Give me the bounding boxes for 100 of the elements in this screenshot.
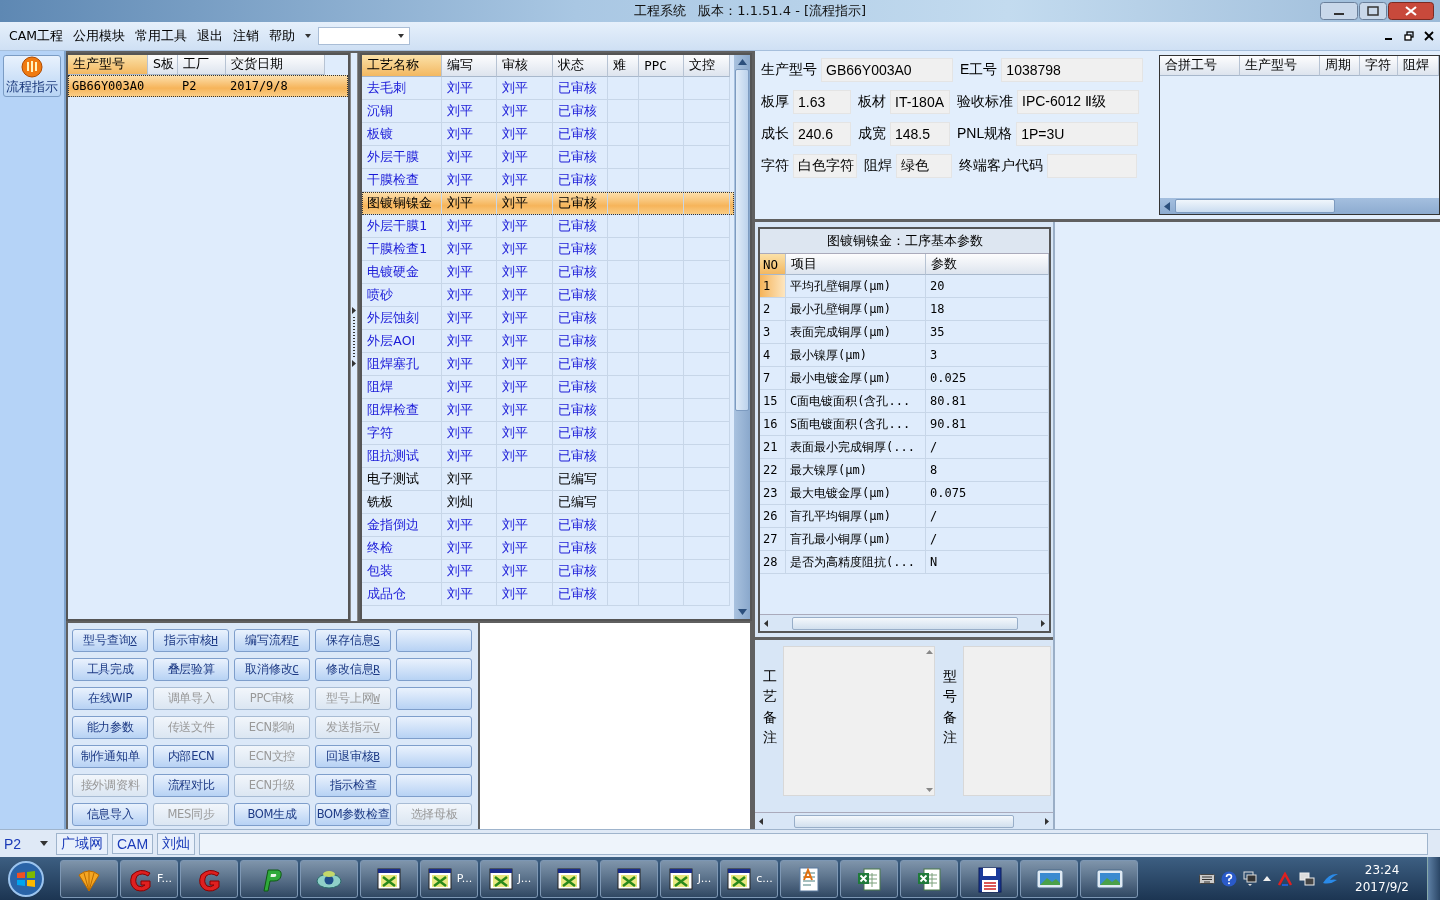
table-row[interactable]: 成品仓 刘平 刘平 已审核 (362, 583, 734, 606)
action-button[interactable] (396, 687, 472, 710)
column-header[interactable]: 阻焊 (1398, 56, 1439, 76)
text-field[interactable]: IT-180A (890, 90, 950, 114)
menu-item[interactable]: 帮助 (264, 25, 301, 47)
text-field[interactable]: GB66Y003A0 (821, 58, 953, 82)
taskbar-button[interactable]: P... (420, 859, 478, 898)
table-cell[interactable]: 23 (760, 482, 786, 505)
dropdown-field[interactable]: P2 (4, 835, 52, 852)
table-row[interactable]: 阻焊检查 刘平 刘平 已审核 (362, 399, 734, 422)
taskbar-button[interactable] (300, 859, 358, 898)
action-button[interactable]: 叠层验算 (153, 658, 229, 681)
right-arrow-icon[interactable] (1041, 619, 1045, 627)
taskbar-button[interactable]: J... (660, 859, 718, 898)
action-button[interactable] (396, 716, 472, 739)
text-field[interactable]: 1.63 (793, 90, 851, 114)
action-button[interactable]: 能力参数 (72, 716, 148, 739)
table-row[interactable]: 电镀硬金 刘平 刘平 已审核 (362, 261, 734, 284)
action-button[interactable] (396, 774, 472, 797)
scroll-thumb[interactable] (735, 69, 749, 411)
table-cell[interactable]: 16 (760, 413, 786, 436)
action-button[interactable]: 流程对比 (153, 774, 229, 797)
action-button[interactable]: 工具完成 (72, 658, 148, 681)
left-arrow-icon[interactable] (1164, 201, 1170, 211)
close-icon[interactable] (1424, 31, 1434, 41)
table-row[interactable]: 外层蚀刻 刘平 刘平 已审核 (362, 307, 734, 330)
up-arrow-icon[interactable] (737, 59, 747, 65)
splitter-handle[interactable] (350, 53, 359, 621)
action-button[interactable]: 修改信息R (315, 658, 391, 681)
table-row[interactable]: 沉铜 刘平 刘平 已审核 (362, 100, 734, 123)
table-row[interactable]: 干膜检查1 刘平 刘平 已审核 (362, 238, 734, 261)
column-header[interactable]: 参数 (926, 254, 1049, 275)
taskbar-button[interactable] (900, 859, 958, 898)
table-row[interactable]: 去毛刺 刘平 刘平 已审核 (362, 77, 734, 100)
scroll-thumb[interactable] (791, 616, 1018, 630)
right-arrow-icon[interactable] (1045, 817, 1049, 825)
scrollbar[interactable] (755, 812, 1053, 829)
taskbar-button[interactable] (960, 859, 1018, 898)
table-row[interactable]: 喷砂 刘平 刘平 已审核 (362, 284, 734, 307)
minimize-icon[interactable] (1320, 2, 1358, 20)
table-row[interactable]: 外层AOI 刘平 刘平 已审核 (362, 330, 734, 353)
maximize-icon[interactable] (1359, 2, 1387, 20)
table-cell[interactable]: 21 (760, 436, 786, 459)
text-field[interactable]: 白色字符 (793, 154, 857, 178)
down-arrow-icon[interactable] (925, 788, 933, 792)
close-icon[interactable] (1388, 2, 1434, 20)
show-desktop-button[interactable] (1427, 857, 1440, 900)
taskbar-button[interactable] (1080, 859, 1138, 898)
table-cell[interactable]: 3 (760, 321, 786, 344)
action-button[interactable]: 指示审核H (153, 629, 229, 652)
action-button[interactable]: 编写流程F (234, 629, 310, 652)
action-button[interactable]: 型号查询X (72, 629, 148, 652)
table-row[interactable]: 板镀 刘平 刘平 已审核 (362, 123, 734, 146)
left-arrow-icon[interactable] (759, 817, 763, 825)
table-cell[interactable]: 1 (760, 275, 786, 298)
windows-icon[interactable] (1243, 870, 1258, 887)
table-row[interactable]: 金指倒边 刘平 刘平 已审核 (362, 514, 734, 537)
action-button[interactable]: 在线WIP (72, 687, 148, 710)
scroll-thumb[interactable] (794, 814, 1014, 828)
down-arrow-icon[interactable] (737, 609, 747, 615)
column-header[interactable]: 周期 (1320, 56, 1360, 76)
help-icon[interactable] (1221, 870, 1238, 887)
taskbar-button[interactable] (360, 859, 418, 898)
taskbar-button[interactable] (780, 859, 838, 898)
table-cell[interactable]: 4 (760, 344, 786, 367)
network-icon[interactable] (1299, 870, 1316, 887)
action-button[interactable]: 保存信息S (315, 629, 391, 652)
action-button[interactable]: 取消修改C (234, 658, 310, 681)
dropdown-field[interactable] (318, 27, 411, 45)
scrollbar[interactable] (760, 614, 1049, 631)
column-header[interactable]: S板 (148, 55, 178, 75)
table-cell[interactable]: 15 (760, 390, 786, 413)
up-arrow-icon[interactable] (1263, 876, 1272, 881)
action-button[interactable]: 指示检查 (315, 774, 391, 797)
scroll-thumb[interactable] (1175, 199, 1335, 213)
process-button[interactable]: 流程指示 (3, 55, 61, 97)
start-button-icon[interactable] (6, 858, 46, 899)
table-cell[interactable]: 27 (760, 528, 786, 551)
column-header[interactable]: 工厂 (178, 55, 226, 75)
text-field[interactable]: 绿色 (896, 154, 952, 178)
table-row[interactable]: 阻抗测试 刘平 刘平 已审核 (362, 445, 734, 468)
text-field[interactable]: 240.6 (793, 122, 851, 146)
column-header[interactable]: 生产型号 (68, 55, 148, 75)
table-row[interactable]: GB66Y003A0 P2 2017/9/8 (68, 75, 349, 97)
table-row[interactable]: 外层干膜 刘平 刘平 已审核 (362, 146, 734, 169)
menu-item[interactable]: 退出 (192, 25, 229, 47)
table-cell[interactable]: 2 (760, 298, 786, 321)
text-field[interactable]: IPC-6012 Ⅱ级 (1017, 90, 1139, 114)
column-header[interactable]: 交货日期 (226, 55, 325, 75)
table-row[interactable]: 外层干膜1 刘平 刘平 已审核 (362, 215, 734, 238)
action-button[interactable] (396, 745, 472, 768)
text-field[interactable]: 1038798 (1001, 58, 1144, 82)
table-cell[interactable]: 28 (760, 551, 786, 574)
column-header[interactable]: NO (760, 254, 786, 275)
action-button[interactable]: 回退审核B (315, 745, 391, 768)
column-header[interactable]: 编写 (442, 55, 498, 77)
table-cell[interactable]: 7 (760, 367, 786, 390)
text-field[interactable]: 1P=3U (1016, 122, 1139, 146)
column-header[interactable]: 状态 (553, 55, 609, 77)
taskbar-button[interactable]: J... (480, 859, 538, 898)
